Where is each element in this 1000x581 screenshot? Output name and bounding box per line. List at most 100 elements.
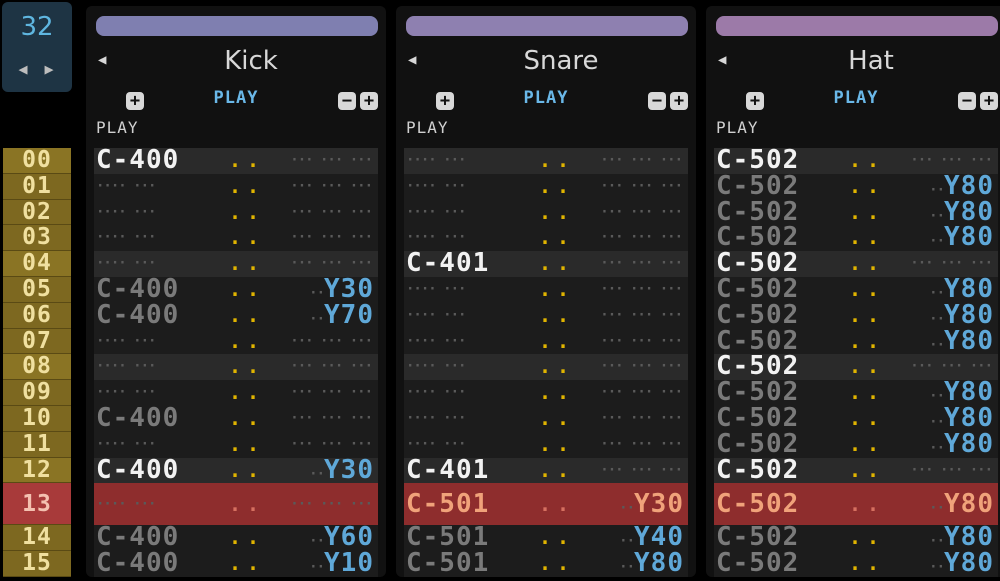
velocity-cell[interactable]: .. — [539, 200, 575, 226]
track-color-bar[interactable] — [716, 16, 998, 36]
velocity-cell[interactable]: .. — [229, 251, 265, 277]
velocity-cell[interactable]: .. — [849, 483, 885, 525]
pattern-row[interactable]: ···· ···.. ··· ··· ··· — [404, 380, 688, 406]
velocity-cell[interactable]: .. — [849, 174, 885, 200]
velocity-cell[interactable]: .. — [849, 303, 885, 329]
effect-cell[interactable]: ··· ··· ··· — [600, 277, 683, 303]
velocity-cell[interactable]: .. — [229, 174, 265, 200]
pattern-row[interactable]: ···· ···.. ··· ··· ··· — [404, 276, 688, 303]
previous-instrument-icon[interactable]: ◀ — [718, 52, 726, 68]
velocity-cell[interactable]: .. — [229, 551, 265, 577]
decrease-button[interactable]: − — [648, 92, 666, 110]
velocity-cell[interactable]: .. — [539, 148, 575, 174]
decrease-button[interactable]: − — [338, 92, 356, 110]
velocity-cell[interactable]: .. — [229, 483, 265, 525]
pattern-row[interactable]: C-502.. ··Y80 — [714, 550, 998, 577]
note-cell[interactable]: ···· ··· — [96, 225, 156, 251]
velocity-cell[interactable]: .. — [229, 525, 265, 551]
note-cell[interactable]: C-401 — [406, 457, 489, 484]
note-cell[interactable]: C-502 — [716, 173, 799, 200]
increase-button[interactable]: + — [980, 92, 998, 110]
velocity-cell[interactable]: .. — [229, 148, 265, 174]
bpm-increase-icon[interactable]: ▶ — [42, 60, 56, 78]
note-cell[interactable]: C-400 — [96, 276, 179, 303]
increase-button[interactable]: + — [670, 92, 688, 110]
pattern-row[interactable]: ···· ···.. ··· ··· ··· — [404, 148, 688, 174]
note-cell[interactable]: C-502 — [716, 405, 799, 432]
note-cell[interactable]: C-400 — [96, 302, 179, 329]
pattern-row[interactable]: ···· ···.. ··· ··· ··· — [404, 405, 688, 432]
track-color-bar[interactable] — [406, 16, 688, 36]
note-cell[interactable]: C-400 — [96, 405, 179, 432]
effect-cell[interactable]: ··· ··· ··· — [600, 148, 683, 174]
pattern-row[interactable]: C-501.. ··Y80 — [404, 550, 688, 577]
velocity-cell[interactable]: .. — [539, 329, 575, 355]
note-cell[interactable]: ···· ··· — [406, 354, 466, 380]
velocity-cell[interactable]: .. — [849, 354, 885, 380]
track-name[interactable]: Kick — [126, 46, 376, 76]
velocity-cell[interactable]: .. — [539, 551, 575, 577]
velocity-cell[interactable]: .. — [539, 432, 575, 458]
pattern-row[interactable]: C-502.. ··· ··· ··· — [714, 457, 998, 484]
velocity-cell[interactable]: .. — [539, 251, 575, 277]
note-cell[interactable]: C-502 — [716, 483, 799, 525]
velocity-cell[interactable]: .. — [849, 458, 885, 484]
velocity-cell[interactable]: .. — [849, 200, 885, 226]
velocity-cell[interactable]: .. — [539, 303, 575, 329]
note-cell[interactable]: C-400 — [96, 457, 179, 484]
effect-cell[interactable]: ··· ··· ··· — [600, 406, 683, 432]
effect-cell[interactable]: ··· ··· ··· — [290, 329, 373, 355]
note-cell[interactable]: C-502 — [716, 147, 799, 174]
velocity-cell[interactable]: .. — [229, 329, 265, 355]
track-name[interactable]: Snare — [436, 46, 686, 76]
pattern-row[interactable]: ···· ···.. ··· ··· ··· — [94, 354, 378, 381]
note-cell[interactable]: ···· ··· — [96, 174, 156, 200]
effect-cell[interactable]: ··· ··· ··· — [290, 483, 373, 525]
velocity-cell[interactable]: .. — [229, 200, 265, 226]
effect-cell[interactable]: ··· ··· ··· — [600, 354, 683, 380]
note-cell[interactable]: ···· ··· — [406, 303, 466, 329]
velocity-cell[interactable]: .. — [539, 458, 575, 484]
pattern-row[interactable]: ···· ···.. ··· ··· ··· — [94, 225, 378, 252]
effect-cell[interactable]: ··· ··· ··· — [600, 458, 683, 484]
note-cell[interactable]: ···· ··· — [406, 406, 466, 432]
velocity-cell[interactable]: .. — [539, 406, 575, 432]
pattern-row[interactable]: ···· ···.. ··· ··· ··· — [94, 328, 378, 355]
note-cell[interactable]: ···· ··· — [406, 277, 466, 303]
effect-cell[interactable]: ··· ··· ··· — [290, 380, 373, 406]
effect-cell[interactable]: ··· ··· ··· — [600, 380, 683, 406]
velocity-cell[interactable]: .. — [539, 174, 575, 200]
pattern-row[interactable]: ···· ···.. ··· ··· ··· — [404, 354, 688, 381]
note-cell[interactable]: C-400 — [96, 550, 179, 577]
pattern-row[interactable]: C-400.. ··Y70 — [94, 302, 378, 329]
velocity-cell[interactable]: .. — [539, 277, 575, 303]
effect-cell[interactable]: ··· ··· ··· — [600, 432, 683, 458]
note-cell[interactable]: ···· ··· — [406, 380, 466, 406]
note-cell[interactable]: ···· ··· — [96, 354, 156, 380]
pattern-row[interactable]: ···· ···.. ··· ··· ··· — [94, 483, 378, 526]
pattern-row[interactable]: ···· ···.. ··· ··· ··· — [404, 199, 688, 226]
effect-cell[interactable]: ··· ··· ··· — [290, 200, 373, 226]
velocity-cell[interactable]: .. — [849, 432, 885, 458]
note-cell[interactable]: ···· ··· — [406, 148, 466, 174]
effect-cell[interactable]: ··· ··· ··· — [290, 406, 373, 432]
effect-cell[interactable]: ··· ··· ··· — [910, 458, 993, 484]
note-cell[interactable]: C-502 — [716, 302, 799, 329]
note-cell[interactable]: ···· ··· — [406, 329, 466, 355]
note-cell[interactable]: C-502 — [716, 276, 799, 303]
velocity-cell[interactable]: .. — [539, 380, 575, 406]
pattern-row[interactable]: C-400.. ··Y10 — [94, 550, 378, 577]
decrease-button[interactable]: − — [958, 92, 976, 110]
note-cell[interactable]: ···· ··· — [406, 174, 466, 200]
effect-cell[interactable]: ··· ··· ··· — [600, 251, 683, 277]
pattern-row[interactable]: ···· ···.. ··· ··· ··· — [94, 199, 378, 226]
effect-cell[interactable]: ··· ··· ··· — [290, 174, 373, 200]
effect-cell[interactable]: ··Y80 — [929, 550, 994, 581]
velocity-cell[interactable]: .. — [849, 551, 885, 577]
velocity-cell[interactable]: .. — [229, 303, 265, 329]
pattern-row[interactable]: ···· ···.. ··· ··· ··· — [404, 431, 688, 458]
effect-cell[interactable]: ··· ··· ··· — [290, 148, 373, 174]
note-cell[interactable]: C-400 — [96, 147, 179, 174]
velocity-cell[interactable]: .. — [849, 525, 885, 551]
effect-cell[interactable]: ··· ··· ··· — [600, 303, 683, 329]
